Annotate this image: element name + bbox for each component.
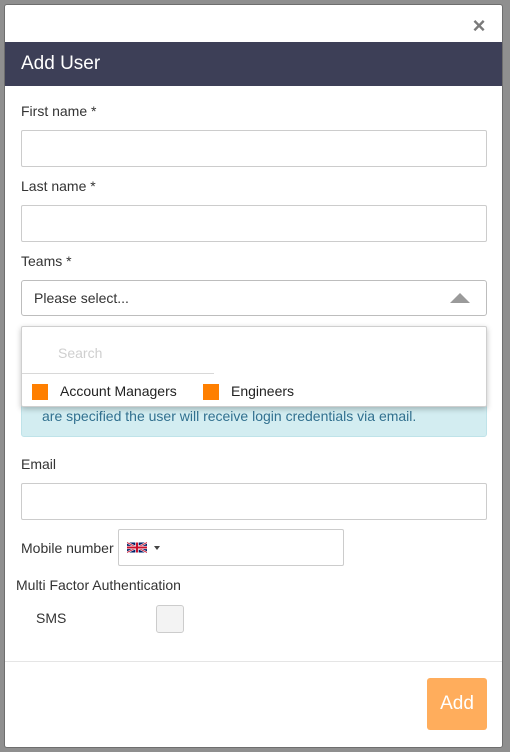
add-button[interactable]: Add xyxy=(427,678,487,730)
teams-label: Teams * xyxy=(21,253,72,269)
teams-select[interactable]: Please select... xyxy=(21,280,487,316)
footer-divider xyxy=(5,661,502,662)
sms-label: SMS xyxy=(36,610,67,626)
last-name-label: Last name * xyxy=(21,178,96,194)
chevron-up-icon xyxy=(450,293,470,303)
uk-flag-icon xyxy=(127,542,147,553)
team-option-engineers[interactable]: Engineers xyxy=(203,383,294,401)
mobile-number-field[interactable] xyxy=(118,529,344,566)
first-name-field[interactable] xyxy=(21,130,487,167)
email-label: Email xyxy=(21,456,57,472)
teams-search-input[interactable] xyxy=(22,327,214,374)
sms-checkbox[interactable] xyxy=(156,605,184,633)
email-field[interactable] xyxy=(21,483,487,520)
modal-title: Add User xyxy=(21,53,101,74)
mobile-number-label: Mobile number xyxy=(21,540,114,556)
first-name-label: First name * xyxy=(21,103,97,119)
caret-down-icon xyxy=(154,546,160,550)
teams-dropdown: Account Managers Engineers xyxy=(21,326,487,407)
team-option-label: Account Managers xyxy=(60,383,177,399)
modal-header: Add User xyxy=(5,42,502,86)
team-color-swatch xyxy=(32,384,48,401)
close-icon[interactable]: × xyxy=(470,15,488,37)
info-alert-text: are specified the user will receive logi… xyxy=(42,408,417,424)
team-option-account-managers[interactable]: Account Managers xyxy=(32,383,177,401)
team-option-label: Engineers xyxy=(231,383,295,399)
last-name-field[interactable] xyxy=(21,205,487,242)
country-selector[interactable] xyxy=(119,530,167,565)
team-color-swatch xyxy=(203,384,219,401)
add-user-modal: × Add User First name * Last name * Team… xyxy=(4,4,503,748)
mfa-label: Multi Factor Authentication xyxy=(16,577,181,593)
teams-select-value: Please select... xyxy=(34,290,129,306)
